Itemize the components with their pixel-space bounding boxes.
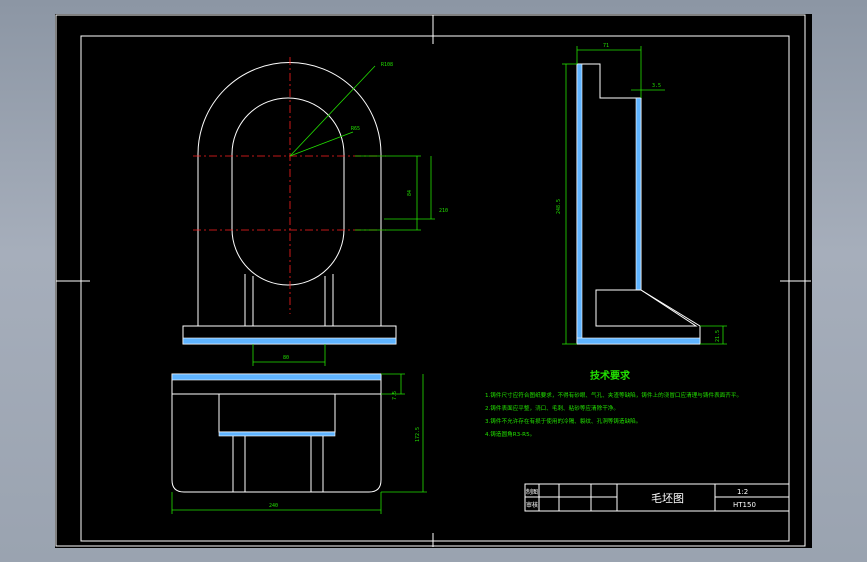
requirement-item: 2.铸件表面应平整，浇口、毛刺、粘砂等应清除干净。 (485, 404, 619, 412)
dim-side-top: 71 (603, 43, 609, 49)
drawing-canvas[interactable]: R108 R65 84 210 80 7.5 172.5 240 71 3.5 … (55, 14, 812, 548)
drawing-material: HT150 (733, 501, 756, 509)
dim-side-height: 248.5 (556, 199, 562, 214)
checked-by-label: 审核 (526, 501, 538, 509)
dim-top-total: 172.5 (415, 427, 421, 442)
cad-viewport[interactable]: R108 R65 84 210 80 7.5 172.5 240 71 3.5 … (0, 0, 867, 562)
dim-top-width: 240 (269, 503, 278, 509)
front-inner-slot (231, 97, 345, 286)
dim-inner-height: 84 (407, 190, 413, 196)
dim-radius-outer: R108 (381, 62, 393, 68)
dim-base-width: 80 (283, 355, 289, 361)
dim-top-flange: 7.5 (392, 391, 398, 400)
drawing-svg: R108 R65 84 210 80 7.5 172.5 240 71 3.5 … (55, 14, 811, 547)
drawing-scale: 1:2 (737, 488, 748, 496)
top-view: 7.5 172.5 240 (171, 373, 427, 514)
technical-requirements: 技术要求 1.铸件尺寸应符合图纸要求，不得有砂眼、气孔、夹渣等缺陷，铸件上的浇冒… (485, 369, 742, 438)
side-view: 71 3.5 248.5 21.5 (556, 43, 727, 345)
requirement-item: 4.铸造圆角R3-R5。 (485, 430, 535, 438)
dim-radius-inner: R65 (351, 126, 360, 132)
dim-side-step: 3.5 (652, 83, 661, 89)
sheet-outer-border (55, 14, 806, 547)
dim-total-height: 210 (439, 208, 448, 214)
requirements-title: 技术要求 (590, 369, 631, 382)
dim-side-base: 21.5 (715, 330, 721, 342)
drawn-by-label: 制图 (526, 488, 538, 496)
drawing-name: 毛坯图 (651, 492, 684, 505)
requirement-item: 3.铸件不允许存在有损于使用的冷隔、裂纹、孔洞等铸造缺陷。 (485, 417, 641, 425)
sheet-inner-frame (80, 35, 790, 542)
front-view: R108 R65 84 210 80 (182, 57, 448, 366)
title-block: 制图 审核 毛坯图 1:2 HT150 (524, 483, 790, 512)
top-hatch-flange (171, 373, 382, 381)
side-hatch-back (576, 63, 583, 345)
front-outer-arch (197, 62, 382, 219)
requirement-item: 1.铸件尺寸应符合图纸要求，不得有砂眼、气孔、夹渣等缺陷，铸件上的浇冒口应清理与… (485, 391, 742, 399)
side-rib (595, 289, 698, 327)
top-boss (218, 393, 336, 433)
